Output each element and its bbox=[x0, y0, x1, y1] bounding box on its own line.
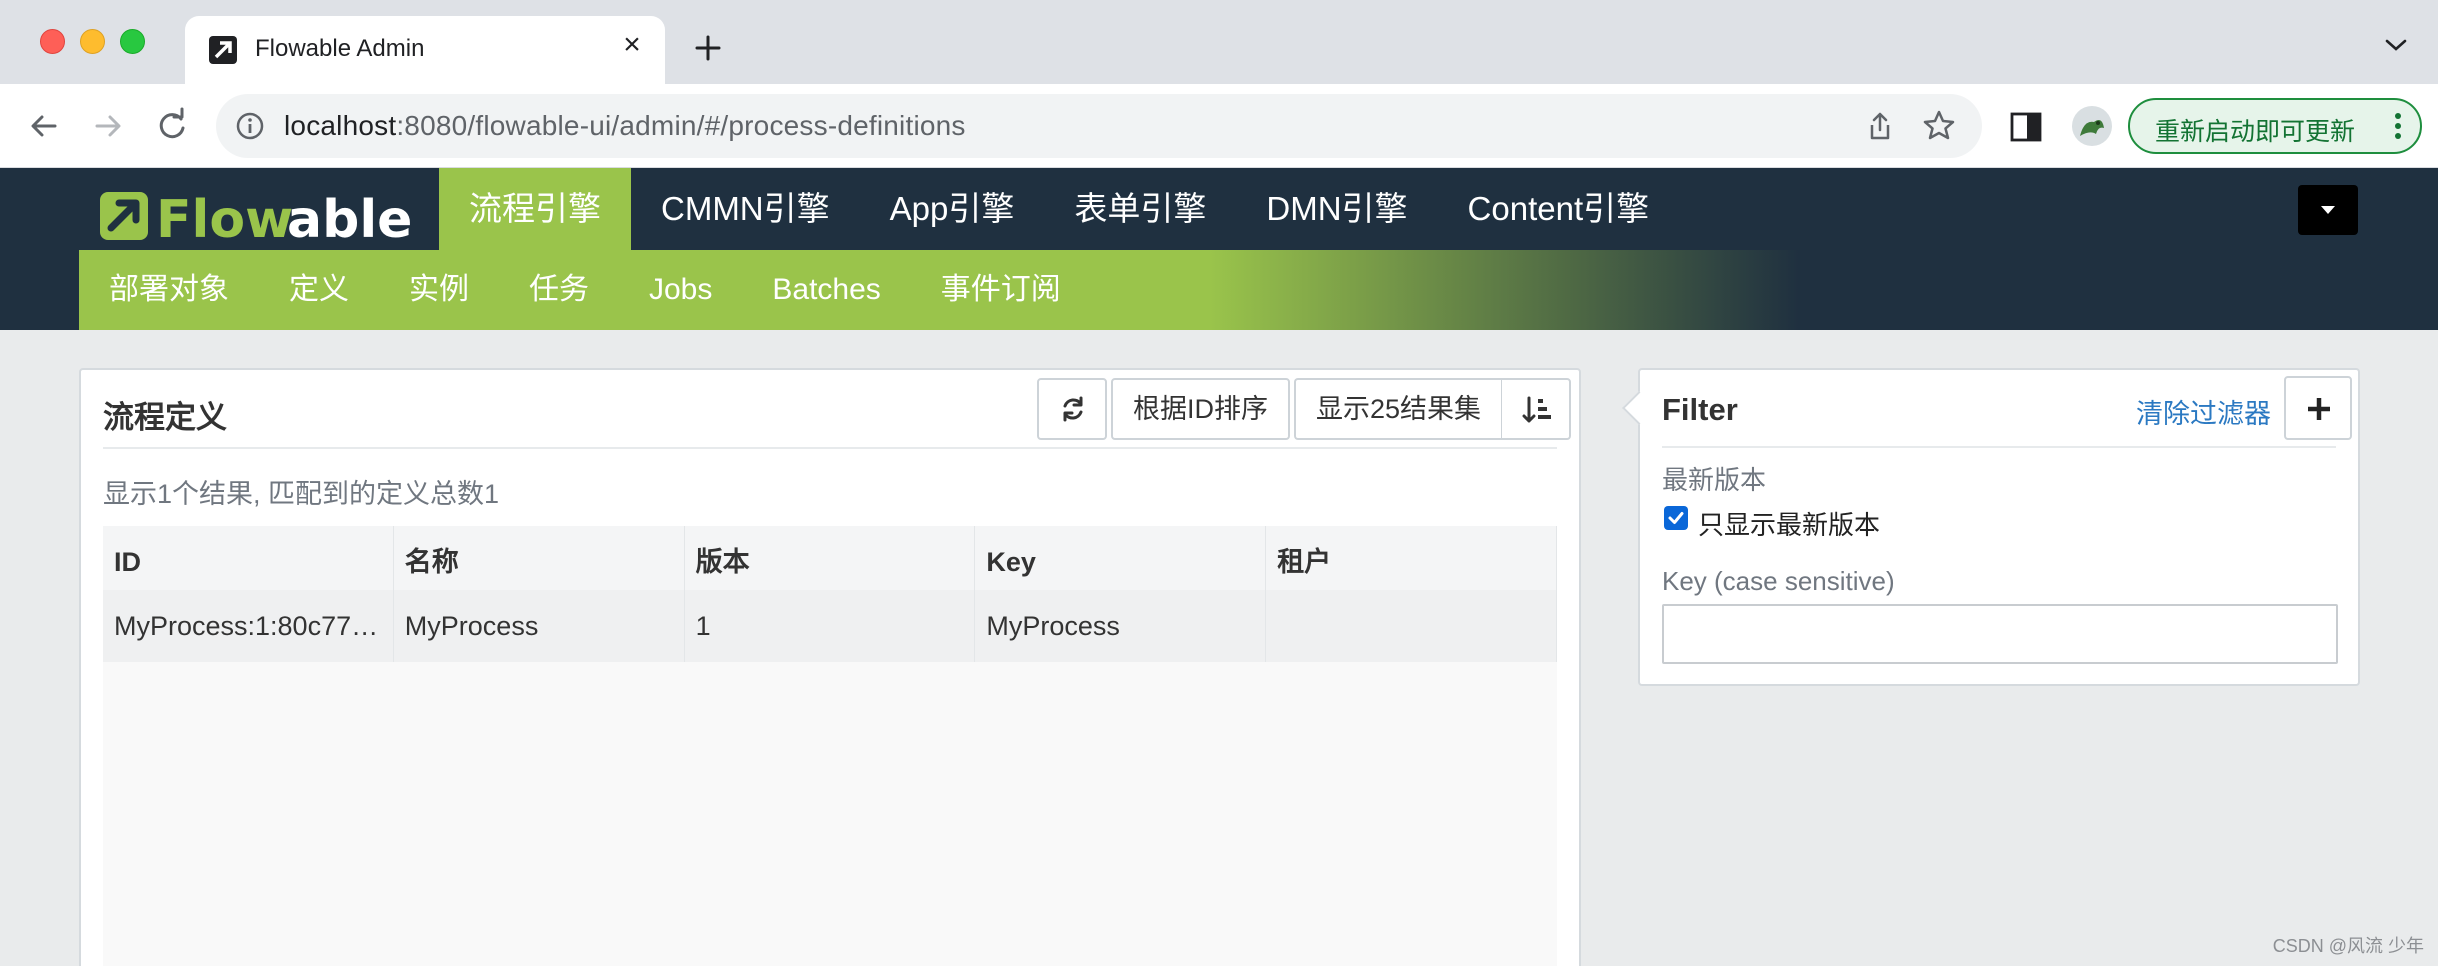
sort-descending-icon bbox=[1522, 396, 1551, 423]
sub-tab-deployments[interactable]: 部署对象 bbox=[79, 250, 259, 330]
sub-tab-jobs[interactable]: Jobs bbox=[619, 250, 742, 330]
svg-text:Flow: Flow bbox=[156, 190, 293, 250]
cell-id: MyProcess:1:80c77… bbox=[103, 590, 394, 662]
profile-avatar[interactable] bbox=[2072, 106, 2112, 146]
latest-version-label: 最新版本 bbox=[1662, 465, 1767, 495]
browser-tab-active[interactable]: Flowable Admin × bbox=[185, 16, 665, 84]
engine-tabs: 流程引擎 CMMN引擎 App引擎 表单引擎 DMN引擎 Content引擎 bbox=[439, 168, 1679, 250]
column-header-id[interactable]: ID bbox=[103, 526, 394, 590]
watermark: CSDN @风流 少年 bbox=[2272, 936, 2424, 956]
url-host: localhost bbox=[284, 110, 397, 141]
reload-icon[interactable] bbox=[150, 104, 194, 148]
app-header: Flow able 流程引擎 CMMN引擎 App引擎 表单引擎 DMN引擎 C… bbox=[0, 168, 2438, 330]
browser-toolbar: localhost:8080/flowable-ui/admin/#/proce… bbox=[0, 84, 2438, 168]
sort-by-id-button[interactable]: 根据ID排序 bbox=[1110, 378, 1290, 440]
cell-key: MyProcess bbox=[975, 590, 1267, 662]
url-path: :8080/flowable-ui/admin/#/process-defini… bbox=[396, 110, 966, 141]
engine-tab-content[interactable]: Content引擎 bbox=[1438, 168, 1680, 250]
window-minimize-button[interactable] bbox=[80, 29, 105, 54]
svg-text:able: able bbox=[287, 190, 412, 250]
filter-divider bbox=[1662, 446, 2336, 448]
tab-close-icon[interactable]: × bbox=[617, 30, 647, 60]
sub-tab-instances[interactable]: 实例 bbox=[379, 250, 499, 330]
cell-name: MyProcess bbox=[394, 590, 685, 662]
page-size-button[interactable]: 显示25结果集 bbox=[1293, 378, 1501, 440]
page-title: 流程定义 bbox=[103, 400, 227, 435]
more-menu-icon[interactable] bbox=[2394, 110, 2402, 142]
site-info-icon[interactable] bbox=[234, 110, 266, 142]
flowable-favicon-icon bbox=[209, 36, 237, 64]
browser-tabstrip: Flowable Admin × bbox=[0, 0, 2438, 84]
process-definitions-panel: 流程定义 根据ID排序 显示25结果集 显示1个结果, 匹配到的定义总数1 ID… bbox=[79, 368, 1581, 966]
add-filter-button[interactable] bbox=[2284, 376, 2352, 440]
filter-panel: Filter 清除过滤器 最新版本 只显示最新版本 Key (case sens… bbox=[1622, 368, 2360, 686]
sort-direction-button[interactable] bbox=[1501, 378, 1571, 440]
window-zoom-button[interactable] bbox=[120, 29, 145, 54]
checkmark-icon bbox=[1668, 512, 1684, 524]
relaunch-update-label: 重新启动即可更新 bbox=[2155, 118, 2356, 146]
sub-navigation: 部署对象 定义 实例 任务 Jobs Batches 事件订阅 bbox=[79, 250, 2438, 330]
column-header-version[interactable]: 版本 bbox=[685, 526, 976, 590]
column-header-key[interactable]: Key bbox=[975, 526, 1267, 590]
forward-arrow-icon[interactable] bbox=[86, 104, 130, 148]
caret-down-icon bbox=[2321, 206, 2335, 214]
plus-icon bbox=[2308, 398, 2330, 420]
user-menu-dropdown[interactable] bbox=[2298, 185, 2358, 235]
engine-tab-process[interactable]: 流程引擎 bbox=[439, 168, 631, 250]
clear-filter-link[interactable]: 清除过滤器 bbox=[2136, 392, 2271, 431]
address-bar[interactable]: localhost:8080/flowable-ui/admin/#/proce… bbox=[216, 94, 1982, 158]
tab-search-chevron-icon[interactable] bbox=[2384, 36, 2408, 54]
sub-tab-definitions[interactable]: 定义 bbox=[259, 250, 379, 330]
profile-dragon-icon bbox=[2080, 120, 2104, 136]
sub-tab-event-subscriptions[interactable]: 事件订阅 bbox=[911, 250, 1091, 330]
back-arrow-icon[interactable] bbox=[22, 104, 66, 148]
column-header-tenant[interactable]: 租户 bbox=[1266, 526, 1557, 590]
relaunch-update-button[interactable]: 重新启动即可更新 bbox=[2128, 98, 2422, 154]
panel-divider bbox=[103, 447, 1557, 449]
new-tab-icon[interactable] bbox=[690, 30, 726, 66]
latest-only-checkbox[interactable] bbox=[1664, 506, 1688, 530]
key-filter-input[interactable] bbox=[1662, 604, 2338, 664]
table-row[interactable]: MyProcess:1:80c77… MyProcess 1 MyProcess bbox=[103, 590, 1557, 662]
result-summary: 显示1个结果, 匹配到的定义总数1 bbox=[103, 479, 500, 509]
definitions-table: ID 名称 版本 Key 租户 MyProcess:1:80c77… MyPro… bbox=[103, 526, 1557, 966]
engine-tab-app[interactable]: App引擎 bbox=[860, 168, 1045, 250]
engine-tab-cmmn[interactable]: CMMN引擎 bbox=[631, 168, 860, 250]
window-close-button[interactable] bbox=[40, 29, 65, 54]
cell-tenant bbox=[1266, 590, 1557, 662]
column-header-name[interactable]: 名称 bbox=[394, 526, 685, 590]
engine-tab-form[interactable]: 表单引擎 bbox=[1044, 168, 1236, 250]
cell-version: 1 bbox=[685, 590, 976, 662]
side-panel-icon[interactable] bbox=[2010, 112, 2042, 142]
latest-only-label[interactable]: 只显示最新版本 bbox=[1698, 505, 1880, 542]
sub-tab-tasks[interactable]: 任务 bbox=[499, 250, 619, 330]
bookmark-star-icon[interactable] bbox=[1922, 108, 1956, 142]
share-icon[interactable] bbox=[1864, 110, 1896, 142]
sub-tab-batches[interactable]: Batches bbox=[742, 250, 910, 330]
filter-title: Filter bbox=[1662, 392, 1738, 427]
flowable-logo[interactable]: Flow able bbox=[98, 182, 416, 250]
table-header: ID 名称 版本 Key 租户 bbox=[103, 526, 1557, 590]
engine-tab-dmn[interactable]: DMN引擎 bbox=[1236, 168, 1437, 250]
url-text[interactable]: localhost:8080/flowable-ui/admin/#/proce… bbox=[284, 110, 966, 142]
refresh-button[interactable] bbox=[1036, 378, 1107, 440]
tab-title: Flowable Admin bbox=[255, 35, 425, 62]
key-filter-label: Key (case sensitive) bbox=[1662, 566, 1895, 596]
list-actions: 根据ID排序 显示25结果集 bbox=[1033, 378, 1571, 440]
refresh-icon bbox=[1063, 396, 1083, 422]
filter-pointer bbox=[1622, 391, 1656, 425]
